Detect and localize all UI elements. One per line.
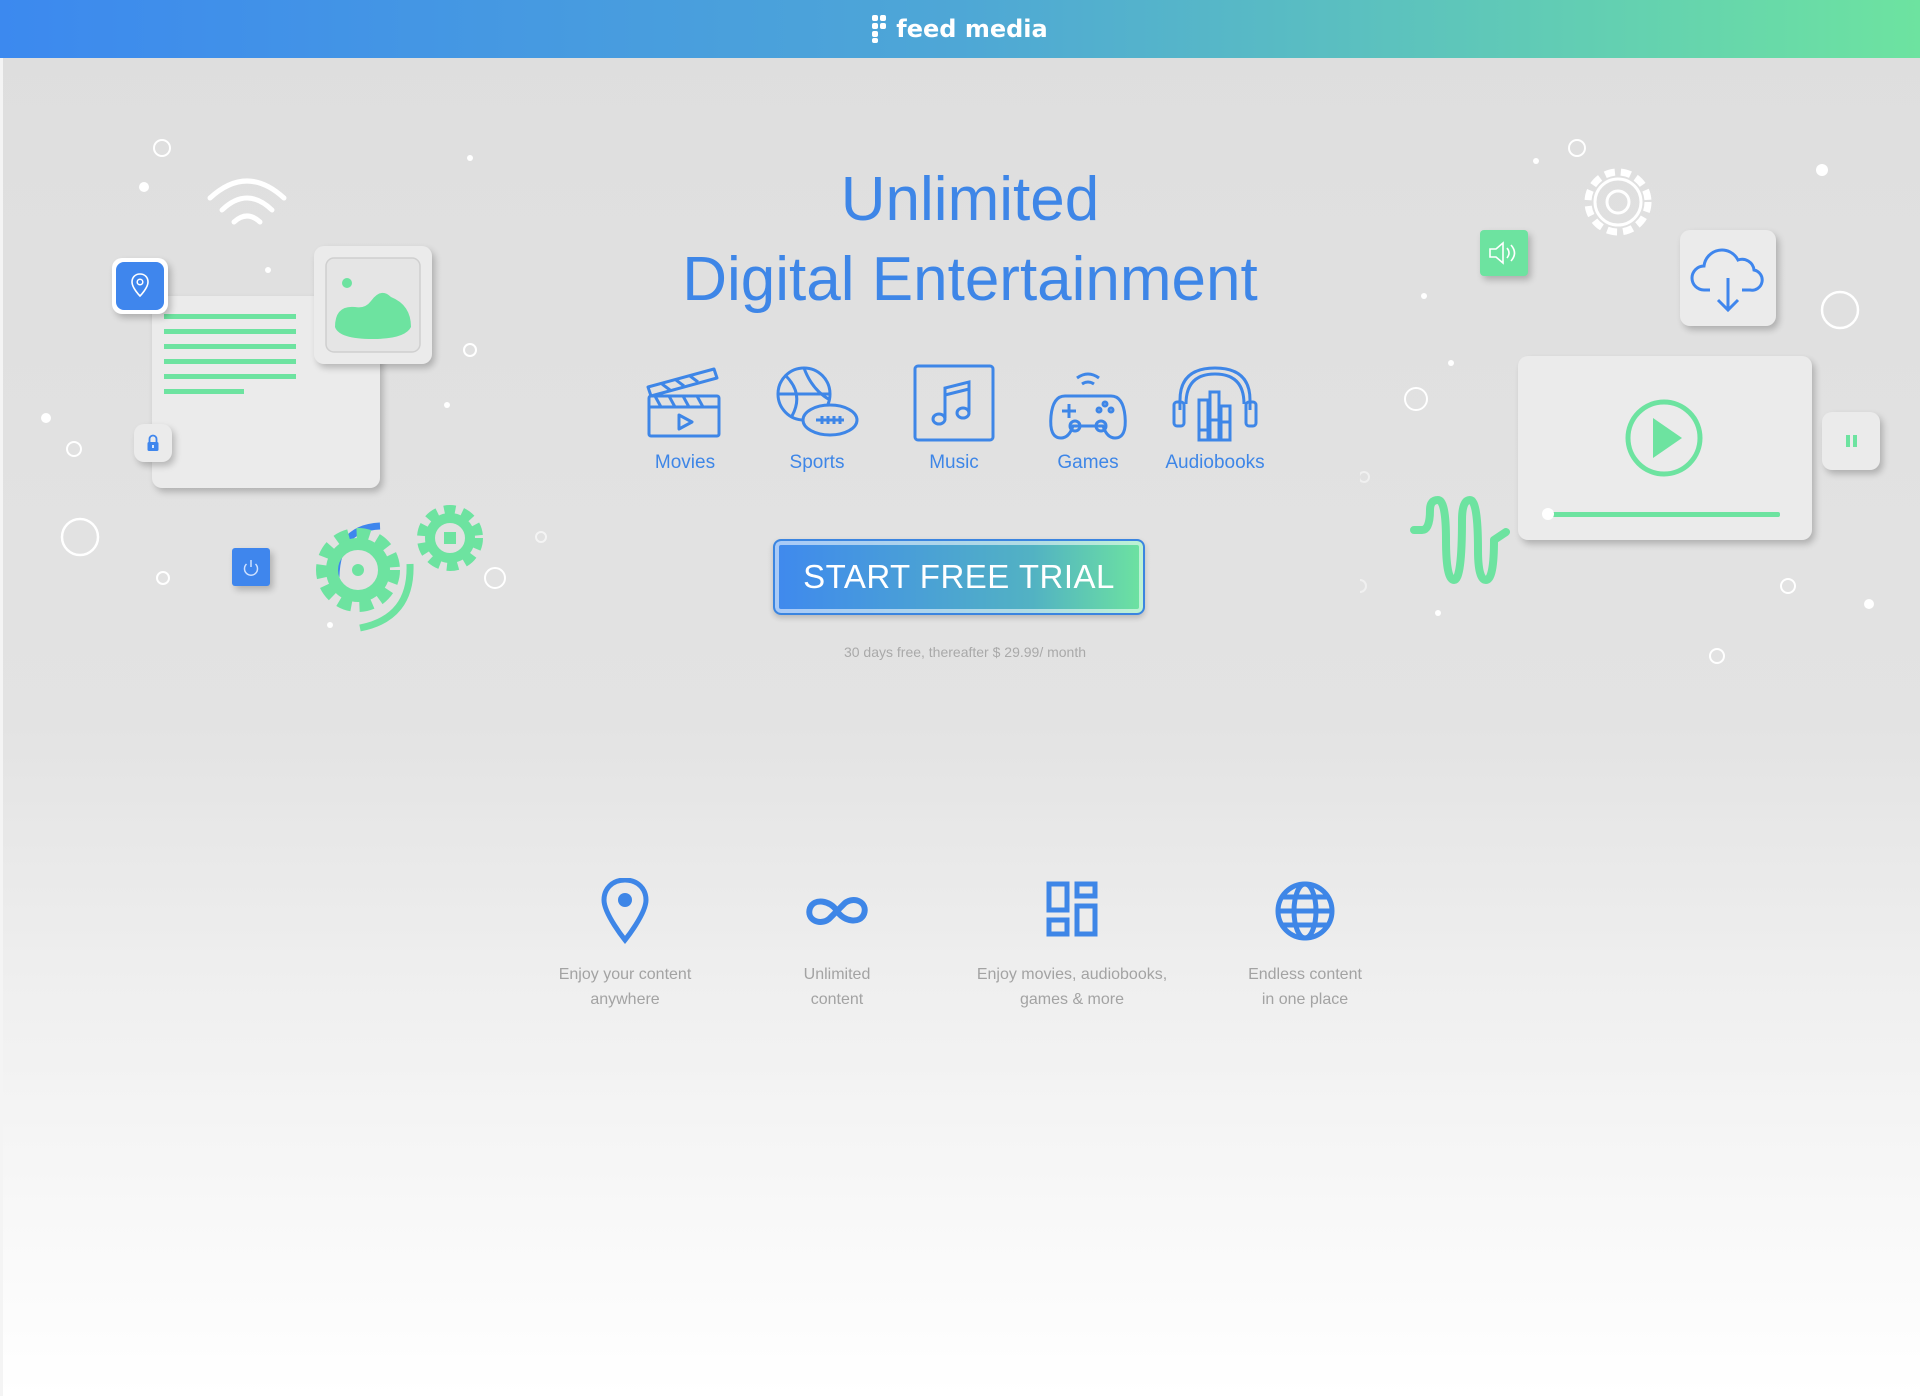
category-movies[interactable]: Movies [630,360,740,474]
feature-one-place: Endless content in one place [1185,878,1425,1012]
feature-line2: anywhere [590,991,660,1008]
power-tile [232,548,270,586]
hero-title-line2: Digital Entertainment [682,245,1258,314]
text-lines-icon [164,314,296,394]
volume-tile [1480,230,1528,276]
sound-wave-icon [1410,496,1510,584]
gamepad-icon [1049,372,1127,440]
gears-icon [316,505,483,632]
sports-balls-icon [776,366,859,437]
category-label: Music [929,452,979,473]
hero-headline: Unlimited Digital Entertainment [560,160,1380,320]
image-icon [325,257,421,353]
category-label: Audiobooks [1165,452,1265,473]
headphones-books-icon [1172,366,1258,442]
speaker-icon [1489,241,1516,265]
video-player-card [1518,356,1812,540]
brand-name: feed media [896,15,1048,43]
lock-tile [134,424,172,462]
globe-icon [1275,881,1335,941]
category-list: Movies Sports Music Games Audiobooks [630,360,1280,480]
music-note-icon [913,364,995,442]
brand-logo-icon [872,15,888,43]
category-label: Sports [789,452,845,473]
cloud-download-icon [1690,248,1764,313]
top-bar: feed media [0,0,1920,58]
location-pin-icon [601,878,649,944]
category-label: Games [1057,452,1119,473]
pause-icon [1846,435,1857,447]
image-card [314,246,432,364]
feature-line1: Enjoy your content [558,966,692,983]
pause-tile [1822,412,1880,470]
map-pin-icon [131,273,149,298]
pricing-note: 30 days free, thereafter $ 29.99/ month [843,644,1087,660]
power-icon [243,560,259,576]
left-illustration [0,58,560,658]
category-audiobooks[interactable]: Audiobooks [1160,360,1270,474]
infinity-icon [806,897,868,925]
feature-variety: Enjoy movies, audiobooks, games & more [952,878,1192,1012]
play-button-icon [1542,399,1780,520]
feature-unlimited: Unlimited content [717,878,957,1012]
category-label: Movies [654,452,716,473]
location-tile [112,258,168,314]
feature-line2: content [810,991,864,1008]
dashboard-grid-icon [1046,881,1098,937]
feature-line1: Endless content [1248,966,1362,983]
feature-line1: Unlimited [803,966,871,983]
feature-line2: in one place [1261,991,1349,1008]
lock-icon [147,434,159,451]
category-music[interactable]: Music [899,360,1009,474]
right-illustration [1360,58,1920,698]
settings-gear-icon [1584,168,1652,236]
wifi-icon [207,178,287,225]
clapperboard-icon [646,367,721,438]
feature-line1: Enjoy movies, audiobooks, [976,966,1168,983]
category-games[interactable]: Games [1033,360,1143,474]
brand[interactable]: feed media [872,15,1048,43]
cloud-download-tile [1680,230,1776,326]
start-free-trial-button[interactable]: START FREE TRIAL [773,539,1145,615]
feature-anywhere: Enjoy your content anywhere [505,878,745,1012]
category-sports[interactable]: Sports [762,360,872,474]
feature-line2: games & more [1019,991,1125,1008]
hero-title-line1: Unlimited [840,165,1100,234]
